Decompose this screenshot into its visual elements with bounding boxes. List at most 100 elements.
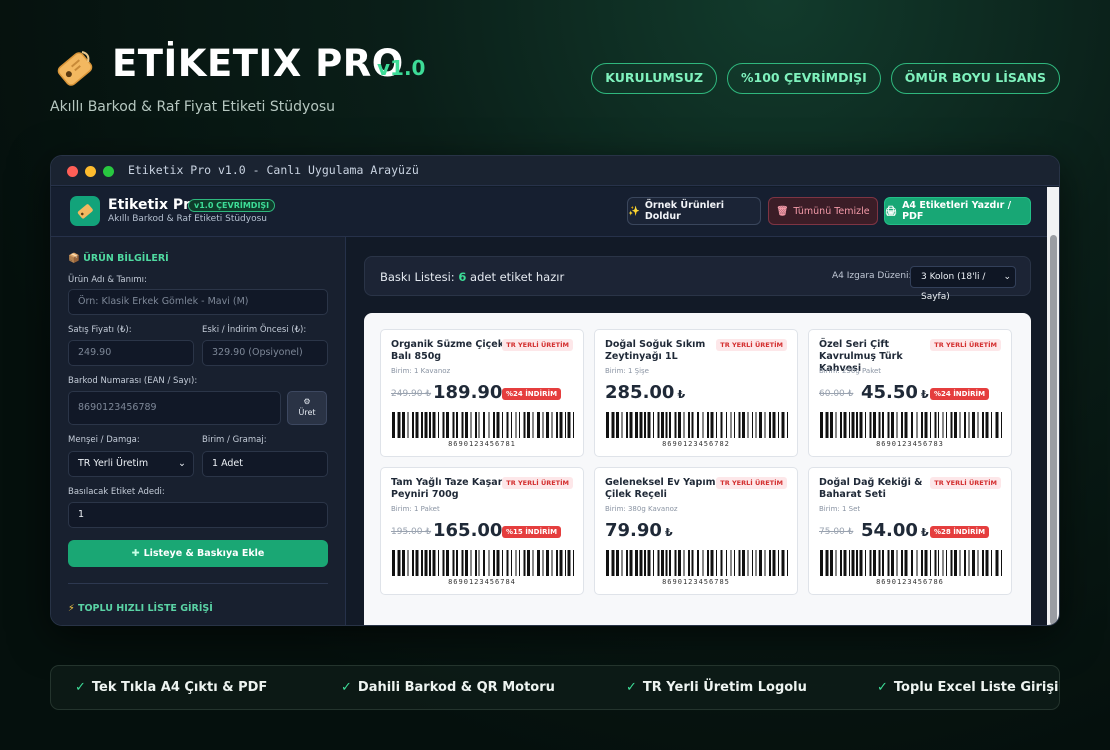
currency-symbol: ₺ — [664, 526, 673, 539]
offline-badge: v1.0 ÇEVRİMDIŞI — [188, 199, 276, 212]
feature-item: ✓ TR Yerli Üretim Logolu — [626, 680, 807, 695]
add-to-list-button[interactable]: ✚ Listeye & Baskıya Ekle — [68, 540, 328, 567]
name-label: Ürün Adı & Tanımı: — [68, 275, 147, 285]
unit-input[interactable]: 1 Adet — [202, 451, 328, 477]
minimize-dot[interactable] — [85, 166, 96, 177]
chevron-down-icon: ⌄ — [1003, 272, 1011, 282]
generate-barcode-button[interactable]: ⚙ Üret — [287, 391, 327, 425]
pill-no-install: KURULUMSUZ — [591, 63, 718, 94]
divider — [68, 583, 328, 584]
print-label: A4 Etiketleri Yazdır / PDF — [902, 200, 1012, 222]
product-name: Doğal Dağ Kekiği & Baharat Seti — [819, 477, 923, 500]
print-list-suffix: adet etiket hazır — [470, 270, 565, 284]
price-label-card[interactable]: Geleneksel Ev Yapımı Çilek Reçeli TR YERL… — [594, 467, 798, 595]
unit-text: Birim: 1 Şişe — [605, 367, 649, 375]
tag-icon — [57, 51, 93, 86]
barcode-number: 8690123456784 — [448, 578, 516, 586]
window-titlebar: Etiketix Pro v1.0 - Canlı Uygulama Arayü… — [51, 156, 1059, 186]
pill-offline: %100 ÇEVRİMDIŞI — [727, 63, 881, 94]
close-dot[interactable] — [67, 166, 78, 177]
currency-symbol: ₺ — [920, 388, 929, 401]
print-button[interactable]: 🖨 A4 Etiketleri Yazdır / PDF — [884, 197, 1031, 225]
unit-label: Birim / Gramaj: — [202, 435, 267, 445]
barcode — [392, 550, 574, 576]
box-icon: 📦 — [68, 253, 80, 264]
product-form: 📦 ÜRÜN BİLGİLERİ Ürün Adı & Tanımı: Örn:… — [51, 237, 346, 625]
scrollbar-thumb[interactable] — [1050, 235, 1057, 625]
feature-item: ✓ Tek Tıkla A4 Çıktı & PDF — [75, 680, 267, 695]
discount-badge: %28 İNDİRİM — [930, 526, 990, 538]
product-info-heading: 📦 ÜRÜN BİLGİLERİ — [68, 253, 169, 264]
barcode-number: 8690123456786 — [876, 578, 944, 586]
unit-text: Birim: 1 Paket — [391, 505, 440, 513]
price-value: 165.00 — [433, 520, 503, 541]
price-label-card[interactable]: Doğal Dağ Kekiği & Baharat Seti TR YERLİ … — [808, 467, 1012, 595]
origin-badge: TR YERLİ ÜRETİM — [716, 477, 787, 489]
price: 285.00 ₺ — [605, 382, 685, 403]
count-label: Basılacak Etiket Adedi: — [68, 487, 165, 497]
price-input[interactable]: 249.90 — [68, 340, 194, 366]
origin-label: Menşei / Damga: — [68, 435, 140, 445]
clear-all-label: Tümünü Temizle — [793, 205, 870, 217]
old-price: 75.00 ₺ — [819, 527, 854, 537]
gear-icon: ⚙ — [303, 397, 311, 406]
features-bar: ✓ Tek Tıkla A4 Çıktı & PDF ✓ Dahili Barkod… — [50, 665, 1060, 710]
origin-badge: TR YERLİ ÜRETİM — [502, 477, 573, 489]
discount-badge: %24 İNDİRİM — [502, 388, 562, 400]
barcode-number: 8690123456781 — [448, 440, 516, 448]
barcode-number: 8690123456785 — [662, 578, 730, 586]
product-info-title: ÜRÜN BİLGİLERİ — [83, 253, 169, 264]
feature-pills: KURULUMSUZ %100 ÇEVRİMDIŞI ÖMÜR BOYU LİS… — [591, 63, 1060, 94]
price: 79.90 ₺ — [605, 520, 673, 541]
maximize-dot[interactable] — [103, 166, 114, 177]
app-logo-icon — [70, 196, 100, 226]
price: 54.00 ₺ — [861, 520, 929, 541]
trash-icon: 🗑 — [776, 205, 789, 217]
app-name: Etiketix Pro — [108, 197, 200, 213]
price-label-card[interactable]: Organik Süzme Çiçek Balı 850g TR YERLİ ÜR… — [380, 329, 584, 457]
grid-layout-label: A4 Izgara Düzeni: — [832, 271, 912, 281]
origin-badge: TR YERLİ ÜRETİM — [716, 339, 787, 351]
origin-select[interactable]: TR Yerli Üretim ⌄ — [68, 451, 194, 477]
grid-layout-value: 3 Kolon (18'li / Sayfa) — [921, 272, 986, 302]
unit-text: Birim: 1 Kavanoz — [391, 367, 451, 375]
chevron-down-icon: ⌄ — [178, 458, 186, 469]
window-title: Etiketix Pro v1.0 - Canlı Uygulama Arayü… — [128, 163, 419, 177]
clear-all-button[interactable]: 🗑 Tümünü Temizle — [768, 197, 878, 225]
barcode-number: 8690123456783 — [876, 440, 944, 448]
origin-value: TR Yerli Üretim — [78, 458, 149, 469]
grid-layout-select[interactable]: 3 Kolon (18'li / Sayfa) ⌄ — [910, 266, 1016, 302]
check-icon: ✓ — [877, 680, 888, 695]
barcode-input[interactable]: 8690123456789 — [68, 391, 281, 425]
currency-symbol: ₺ — [677, 388, 686, 401]
count-input[interactable]: 1 — [68, 502, 328, 528]
price-value: 79.90 — [605, 520, 662, 541]
unit-text: Birim: 250g Paket — [819, 367, 882, 375]
add-to-list-label: Listeye & Baskıya Ekle — [143, 548, 265, 559]
old-price-input[interactable]: 329.90 (Opsiyonel) — [202, 340, 328, 366]
feature-item: ✓ Dahili Barkod & QR Motoru — [341, 680, 555, 695]
old-price: 195.00 ₺ — [391, 527, 432, 537]
a4-sheet: Organik Süzme Çiçek Balı 850g TR YERLİ ÜR… — [364, 313, 1031, 625]
product-name: Geleneksel Ev Yapımı Çilek Reçeli — [605, 477, 719, 500]
label-count: 6 — [458, 270, 467, 284]
generate-label: Üret — [298, 408, 316, 417]
product-name-input[interactable]: Örn: Klasik Erkek Gömlek - Mavi (M) — [68, 289, 328, 315]
check-icon: ✓ — [341, 680, 352, 695]
app-header: Etiketix Pro v1.0 ÇEVRİMDIŞI Akıllı Bark… — [51, 187, 1049, 237]
discount-badge: %24 İNDİRİM — [930, 388, 990, 400]
price-label-card[interactable]: Doğal Soğuk Sıkım Zeytinyağı 1L TR YERLİ … — [594, 329, 798, 457]
printer-icon: 🖨 — [885, 205, 898, 217]
product-name: Doğal Soğuk Sıkım Zeytinyağı 1L — [605, 339, 706, 362]
scrollbar-track[interactable] — [1047, 187, 1059, 625]
product-name: Organik Süzme Çiçek Balı 850g — [391, 339, 505, 362]
price-label-card[interactable]: Özel Seri Çift Kavrulmuş Türk Kahvesi TR … — [808, 329, 1012, 457]
fill-demo-button[interactable]: ✨ Örnek Ürünleri Doldur — [627, 197, 761, 225]
barcode — [820, 412, 1002, 438]
barcode-label: Barkod Numarası (EAN / Sayı): — [68, 376, 198, 386]
price: 45.50 ₺ — [861, 382, 929, 403]
print-list-prefix: Baskı Listesi: — [380, 270, 455, 284]
price-label-card[interactable]: Tam Yağlı Taze Kaşar Peyniri 700g TR YERL… — [380, 467, 584, 595]
feature-label: TR Yerli Üretim Logolu — [642, 680, 807, 695]
unit-text: Birim: 1 Set — [819, 505, 861, 513]
